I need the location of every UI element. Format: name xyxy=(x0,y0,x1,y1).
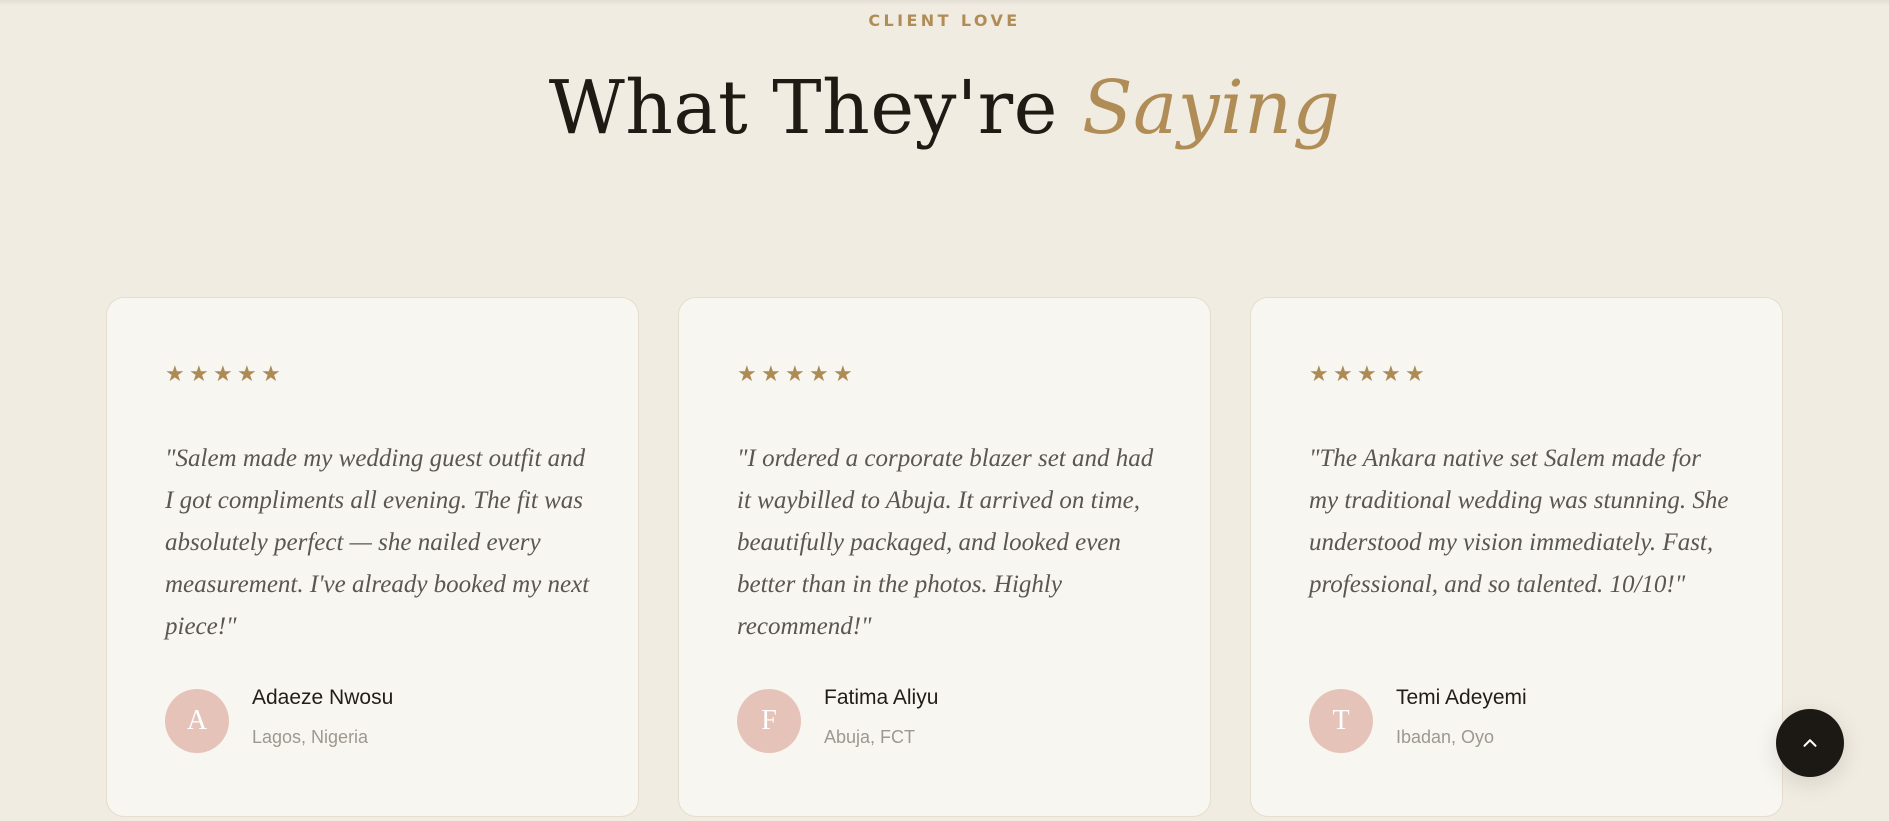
section-eyebrow: CLIENT LOVE xyxy=(868,11,1021,30)
star-icon: ★ xyxy=(213,361,233,386)
star-icon: ★ xyxy=(1381,361,1401,386)
testimonial-card: ★ ★ ★ ★ ★ "Salem made my wedding guest o… xyxy=(106,297,639,817)
section-title: What They're Saying xyxy=(0,60,1889,156)
rating-stars: ★ ★ ★ ★ ★ xyxy=(1309,361,1425,386)
avatar: A xyxy=(165,689,229,753)
star-icon: ★ xyxy=(1405,361,1425,386)
rating-stars: ★ ★ ★ ★ ★ xyxy=(165,361,281,386)
author-location: Ibadan, Oyo xyxy=(1396,727,1495,747)
star-icon: ★ xyxy=(1309,361,1329,386)
star-icon: ★ xyxy=(189,361,209,386)
star-icon: ★ xyxy=(165,361,185,386)
star-icon: ★ xyxy=(261,361,281,386)
star-icon: ★ xyxy=(833,361,853,386)
author-location: Lagos, Nigeria xyxy=(252,727,369,747)
star-icon: ★ xyxy=(737,361,757,386)
section-title-main: What They're xyxy=(548,65,1058,151)
star-icon: ★ xyxy=(761,361,781,386)
star-icon: ★ xyxy=(1333,361,1353,386)
testimonial-quote: "I ordered a corporate blazer set and ha… xyxy=(737,445,1154,640)
star-icon: ★ xyxy=(237,361,257,386)
top-shadow xyxy=(0,0,1889,6)
avatar: T xyxy=(1309,689,1373,753)
rating-stars: ★ ★ ★ ★ ★ xyxy=(737,361,853,386)
avatar: F xyxy=(737,689,801,753)
section-title-accent: Saying xyxy=(1081,65,1341,151)
testimonial-quote: "The Ankara native set Salem made for my… xyxy=(1309,445,1729,598)
back-to-top-button[interactable] xyxy=(1776,709,1844,777)
chevron-up-icon xyxy=(1803,739,1817,747)
testimonial-card: ★ ★ ★ ★ ★ "The Ankara native set Salem m… xyxy=(1250,297,1783,817)
author-name: Adaeze Nwosu xyxy=(252,686,394,709)
author-location: Abuja, FCT xyxy=(824,727,916,747)
testimonial-quote: "Salem made my wedding guest outfit and … xyxy=(165,445,590,640)
testimonial-card: ★ ★ ★ ★ ★ "I ordered a corporate blazer … xyxy=(678,297,1211,817)
author-name: Temi Adeyemi xyxy=(1396,686,1527,709)
star-icon: ★ xyxy=(1357,361,1377,386)
star-icon: ★ xyxy=(785,361,805,386)
author-name: Fatima Aliyu xyxy=(824,686,939,709)
star-icon: ★ xyxy=(809,361,829,386)
